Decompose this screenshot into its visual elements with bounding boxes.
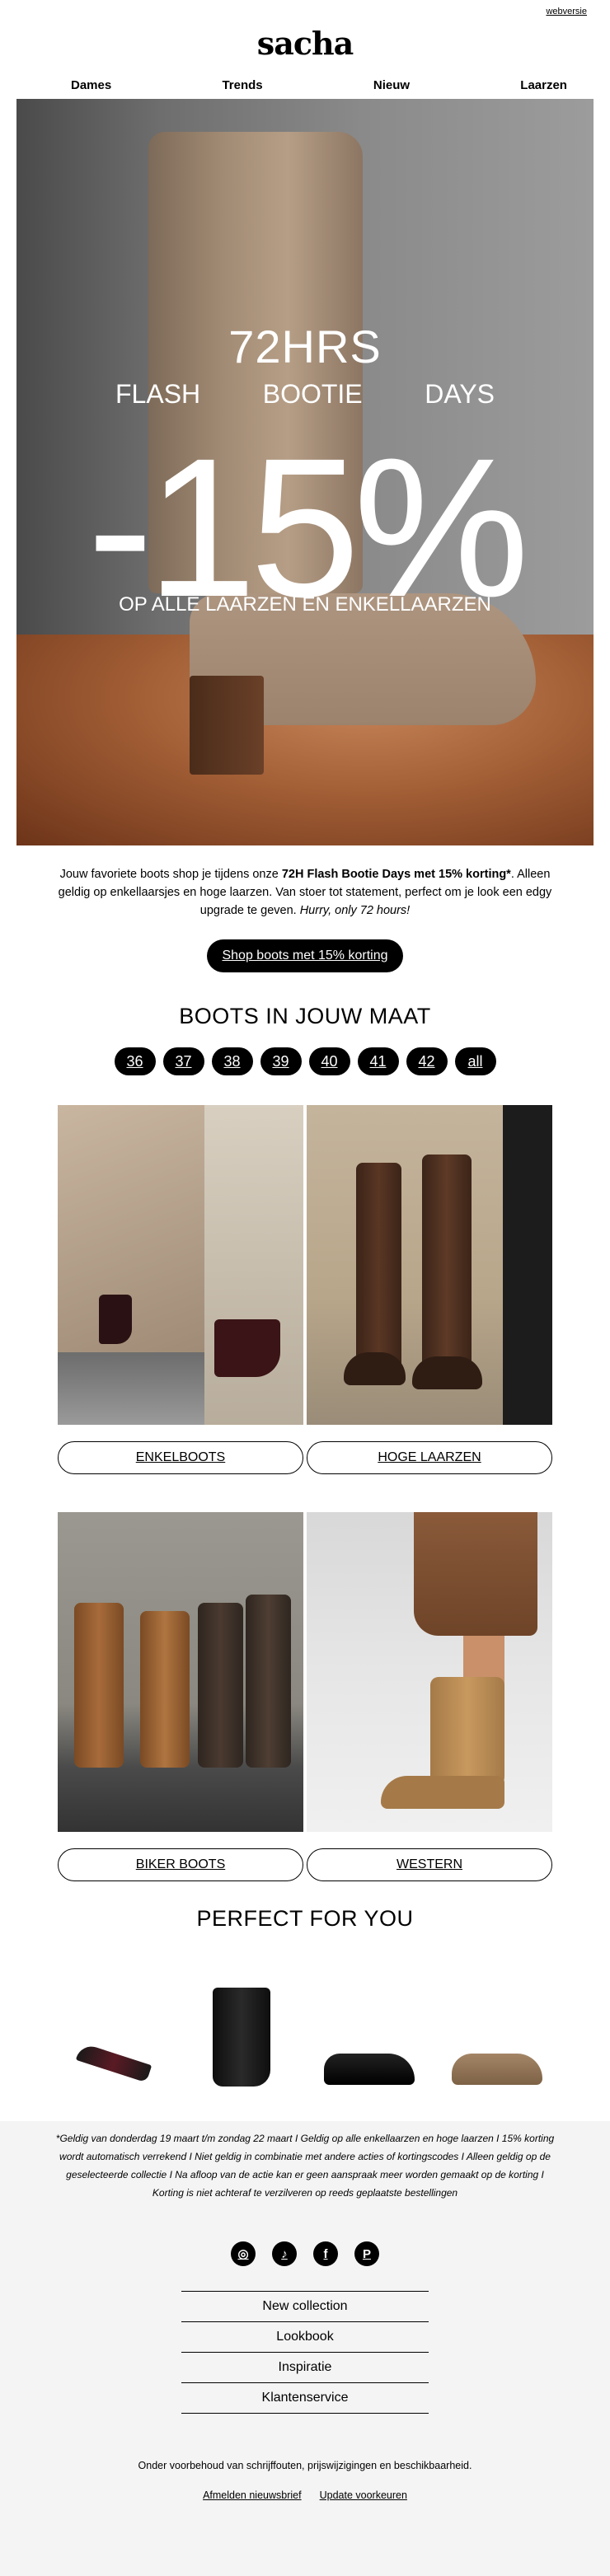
size-40-button[interactable]: 40 bbox=[308, 1047, 350, 1075]
social-links: ◎ ♪ f P bbox=[49, 2241, 561, 2266]
size-38-button[interactable]: 38 bbox=[211, 1047, 253, 1075]
size-37-button[interactable]: 37 bbox=[162, 1047, 204, 1075]
category-biker-boots: BIKER BOOTS bbox=[58, 1512, 303, 1881]
size-all-button[interactable]: all bbox=[454, 1047, 496, 1075]
footer: *Geldig van donderdag 19 maart t/m zonda… bbox=[0, 2121, 610, 2576]
update-preferences-link[interactable]: Update voorkeuren bbox=[320, 2489, 407, 2501]
size-36-button[interactable]: 36 bbox=[114, 1047, 156, 1075]
hero-words: FLASH BOOTIE DAYS bbox=[16, 379, 594, 410]
tiktok-icon[interactable]: ♪ bbox=[272, 2241, 297, 2266]
logo-text: sacha bbox=[256, 25, 354, 62]
hero-boot-heel bbox=[190, 676, 264, 775]
hoge-laarzen-image[interactable] bbox=[307, 1105, 552, 1425]
product-row bbox=[0, 1963, 610, 2095]
size-42-button[interactable]: 42 bbox=[406, 1047, 448, 1075]
webversie-link[interactable]: webversie bbox=[546, 7, 587, 16]
size-39-button[interactable]: 39 bbox=[260, 1047, 302, 1075]
hero-72hrs: 72HRS bbox=[228, 321, 382, 372]
top-bar: webversie bbox=[0, 0, 610, 18]
main-nav: Dames Trends Nieuw Laarzen bbox=[0, 71, 610, 99]
cta-wrap: Shop boots met 15% korting bbox=[0, 920, 610, 972]
nav-item-nieuw[interactable]: Nieuw bbox=[373, 78, 410, 92]
unsubscribe-link[interactable]: Afmelden nieuwsbrief bbox=[203, 2489, 302, 2501]
facebook-icon[interactable]: f bbox=[313, 2241, 338, 2266]
sizes-title: BOOTS IN JOUW MAAT bbox=[179, 1004, 431, 1028]
western-image[interactable] bbox=[307, 1512, 552, 1832]
footer-link-lookbook[interactable]: Lookbook bbox=[181, 2322, 429, 2353]
intro-italic: Hurry, only 72 hours! bbox=[299, 904, 411, 917]
category-western: WESTERN bbox=[307, 1512, 552, 1881]
nav-item-laarzen[interactable]: Laarzen bbox=[520, 78, 567, 92]
size-buttons: 36 37 38 39 40 41 42 all bbox=[0, 1047, 610, 1075]
pinterest-icon[interactable]: P bbox=[354, 2241, 379, 2266]
intro-text: Jouw favoriete boots shop je tijdens onz… bbox=[0, 845, 610, 920]
hero-word-flash: FLASH bbox=[115, 379, 201, 409]
enkelboots-image[interactable] bbox=[58, 1105, 303, 1425]
footer-links: New collection Lookbook Inspiratie Klant… bbox=[181, 2291, 429, 2414]
category-enkelboots: ENKELBOOTS bbox=[58, 1105, 303, 1474]
western-button[interactable]: WESTERN bbox=[307, 1848, 552, 1881]
biker-boots-image[interactable] bbox=[58, 1512, 303, 1832]
product-tall-boot[interactable] bbox=[196, 1963, 287, 2095]
legal-links: Afmelden nieuwsbrief Update voorkeuren bbox=[49, 2489, 561, 2501]
hero-banner[interactable]: 72HRS FLASH BOOTIE DAYS -15% OP ALLE LAA… bbox=[16, 99, 594, 845]
disclaimer-text: *Geldig van donderdag 19 maart t/m zonda… bbox=[55, 2133, 555, 2199]
category-row-1: ENKELBOOTS HOGE LAARZEN bbox=[0, 1105, 610, 1474]
shop-boots-button[interactable]: Shop boots met 15% korting bbox=[207, 939, 403, 972]
footer-link-klantenservice[interactable]: Klantenservice bbox=[181, 2383, 429, 2414]
biker-boots-button[interactable]: BIKER BOOTS bbox=[58, 1848, 303, 1881]
hero-word-bootie: BOOTIE bbox=[262, 379, 363, 409]
instagram-icon[interactable]: ◎ bbox=[231, 2241, 256, 2266]
hero-subline: OP ALLE LAARZEN EN ENKELLAARZEN bbox=[119, 593, 491, 616]
hoge-laarzen-button[interactable]: HOGE LAARZEN bbox=[307, 1441, 552, 1474]
footer-link-new-collection[interactable]: New collection bbox=[181, 2292, 429, 2322]
logo[interactable]: sacha bbox=[0, 18, 610, 71]
hero-word-days: DAYS bbox=[425, 379, 495, 409]
footer-link-inspiratie[interactable]: Inspiratie bbox=[181, 2353, 429, 2383]
perfect-for-you-title: PERFECT FOR YOU bbox=[196, 1906, 414, 1931]
nav-item-dames[interactable]: Dames bbox=[71, 78, 111, 92]
size-41-button[interactable]: 41 bbox=[357, 1047, 399, 1075]
intro-part1: Jouw favoriete boots shop je tijdens onz… bbox=[59, 868, 282, 881]
product-slingback[interactable] bbox=[68, 1963, 159, 2095]
intro-bold: 72H Flash Bootie Days met 15% korting* bbox=[281, 868, 511, 881]
legal-text: Onder voorbehoud van schrijffouten, prij… bbox=[138, 2460, 472, 2471]
category-row-2: BIKER BOOTS WESTERN bbox=[0, 1512, 610, 1881]
nav-item-trends[interactable]: Trends bbox=[222, 78, 262, 92]
product-mule[interactable] bbox=[451, 1963, 542, 2095]
enkelboots-button[interactable]: ENKELBOOTS bbox=[58, 1441, 303, 1474]
category-hoge-laarzen: HOGE LAARZEN bbox=[307, 1105, 552, 1474]
product-loafer[interactable] bbox=[323, 1963, 415, 2095]
